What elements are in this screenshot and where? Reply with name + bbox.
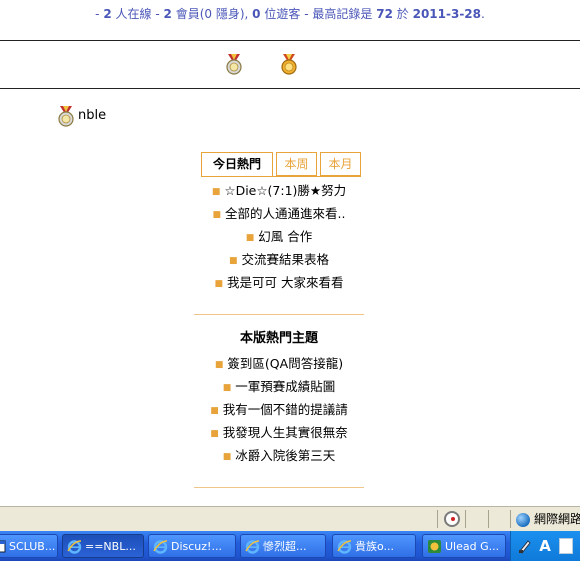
medal-gold-icon[interactable] [279, 53, 299, 75]
window-icon [0, 539, 6, 554]
list-item[interactable]: ■ 冰爵入院後第三天 [194, 445, 364, 467]
list-item[interactable]: ■ 我是可可 大家來看看 [194, 272, 364, 294]
list-item[interactable]: ■ 一軍預賽成績貼圖 [194, 376, 364, 398]
bullet-icon: ■ [214, 359, 224, 370]
list-item[interactable]: ■ 簽到區(QA問答接龍) [194, 353, 364, 375]
taskbar: SCLUB... ==NBL... Discuz!... 慘烈超... 貴族o.… [0, 531, 580, 561]
topic-link[interactable]: 全部的人通通進來看.. [225, 206, 345, 221]
tabs-underline [201, 176, 361, 177]
taskbar-button[interactable]: Discuz!... [148, 534, 236, 558]
stats-separator: - [155, 7, 160, 21]
list-item[interactable]: ■ ☆Die☆(7:1)勝★努力 [194, 180, 364, 202]
taskbar-label: 貴族o... [355, 540, 395, 553]
record-date: 2011-3-28 [412, 7, 482, 21]
stats-separator: - [304, 7, 309, 21]
topic-link[interactable]: 幻風 合作 [258, 229, 312, 244]
ulead-icon [427, 539, 442, 554]
section-divider [194, 314, 364, 315]
record-label: 最高記錄是 [312, 7, 373, 21]
online-total-label: 人在線 [115, 7, 152, 21]
taskbar-label: Discuz!... [171, 540, 222, 553]
ime-toggle-icon[interactable] [559, 538, 573, 554]
taskbar-button[interactable]: ==NBL... [62, 534, 144, 558]
online-stats: - 2 人在線 - 2 會員(0 隱身), 0 位遊客 - 最高記錄是 72 於… [0, 0, 580, 28]
topic-link[interactable]: 我是可可 大家來看看 [227, 275, 343, 290]
topic-link[interactable]: 我發現人生其實很無奈 [223, 425, 348, 440]
user-medal-icon [56, 105, 76, 127]
statusbar-divider [510, 510, 511, 528]
system-tray: A [510, 531, 580, 561]
online-members-label: 會員(0 隱身), [175, 7, 249, 21]
stats-separator: - [95, 7, 100, 21]
ie-icon [153, 539, 168, 554]
taskbar-button[interactable]: SCLUB... [0, 534, 58, 558]
online-members-count: 2 [163, 7, 172, 21]
bullet-icon: ■ [210, 428, 219, 439]
bullet-icon: ■ [212, 209, 222, 220]
bullet-icon: ■ [222, 451, 232, 462]
taskbar-label: Ulead G... [445, 540, 500, 553]
bullet-icon: ■ [228, 255, 238, 266]
taskbar-label: ==NBL... [85, 540, 136, 553]
user-entry[interactable]: nble [56, 104, 106, 128]
input-mode-indicator[interactable]: A [537, 538, 553, 554]
topic-link[interactable]: 冰爵入院後第三天 [235, 448, 335, 463]
stats-end: . [481, 7, 485, 21]
bullet-icon: ■ [211, 186, 221, 197]
statusbar-divider [488, 510, 489, 528]
taskbar-button[interactable]: 貴族o... [332, 534, 416, 558]
privacy-icon[interactable] [444, 511, 460, 527]
divider [0, 40, 580, 41]
hot-tabs: 今日熱門 本周 本月 [201, 152, 361, 177]
topic-link[interactable]: 交流賽結果表格 [242, 252, 330, 267]
status-bar: 網際網路 [0, 506, 580, 531]
section-title: 本版熱門主題 [239, 331, 318, 346]
taskbar-button[interactable]: 慘烈超... [240, 534, 326, 558]
username-link[interactable]: nble [78, 108, 106, 123]
ie-icon [337, 539, 352, 554]
ie-icon [67, 539, 82, 554]
online-guests-label: 位遊客 [264, 7, 301, 21]
desktop-edge [0, 561, 580, 580]
topic-link[interactable]: 簽到區(QA問答接龍) [227, 356, 343, 371]
security-zone[interactable]: 網際網路 [516, 507, 580, 531]
list-item[interactable]: ■ 我有一個不錯的提議請 [194, 399, 364, 421]
list-item[interactable]: ■ 我發現人生其實很無奈 [194, 422, 364, 444]
bullet-icon: ■ [222, 382, 232, 393]
topic-link[interactable]: 我有一個不錯的提議請 [223, 402, 348, 417]
online-guests-count: 0 [252, 7, 261, 21]
zone-label: 網際網路 [534, 512, 580, 526]
list-item[interactable]: ■ 幻風 合作 [194, 226, 364, 248]
record-on-label: 於 [396, 7, 409, 21]
tab-today[interactable]: 今日熱門 [201, 152, 273, 177]
taskbar-label: SCLUB... [9, 540, 56, 553]
bullet-icon: ■ [210, 405, 219, 416]
taskbar-button[interactable]: Ulead G... [422, 534, 506, 558]
record-count: 72 [376, 7, 393, 21]
tab-week[interactable]: 本周 [276, 152, 317, 176]
bullet-icon: ■ [245, 232, 255, 243]
statusbar-divider [465, 510, 466, 528]
globe-icon [516, 512, 530, 527]
divider [0, 88, 580, 89]
section-divider [194, 487, 364, 488]
list-item[interactable]: ■ 交流賽結果表格 [194, 249, 364, 271]
topic-link[interactable]: ☆Die☆(7:1)勝★努力 [224, 183, 346, 198]
list-item[interactable]: ■ 全部的人通通進來看.. [194, 203, 364, 225]
language-bar-icon[interactable] [517, 538, 533, 554]
online-total-count: 2 [103, 7, 112, 21]
tab-month[interactable]: 本月 [320, 152, 361, 176]
taskbar-label: 慘烈超... [263, 540, 307, 553]
bullet-icon: ■ [214, 278, 224, 289]
statusbar-divider [437, 510, 438, 528]
medal-icon[interactable] [224, 53, 244, 75]
topic-link[interactable]: 一軍預賽成績貼圖 [235, 379, 335, 394]
ie-icon [245, 539, 260, 554]
